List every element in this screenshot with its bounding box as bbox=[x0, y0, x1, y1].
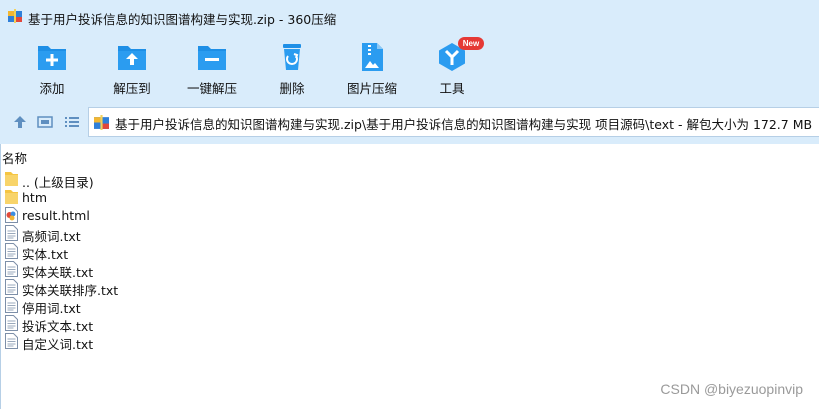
delete-button[interactable]: 删除 bbox=[253, 38, 331, 96]
image-compress-icon bbox=[362, 43, 383, 71]
column-header-name[interactable]: 名称 bbox=[2, 148, 27, 167]
list-item-file[interactable]: 投诉文本.txt bbox=[5, 314, 305, 334]
text-file-icon bbox=[5, 333, 18, 349]
file-list: .. (上级目录) htm result.html 高频词.txt 实体.txt… bbox=[5, 170, 305, 352]
window-title: 基于用户投诉信息的知识图谱构建与实现.zip - 360压缩 bbox=[28, 12, 337, 27]
add-icon bbox=[38, 46, 66, 70]
list-view-icon[interactable] bbox=[64, 114, 80, 130]
list-item-file[interactable]: 自定义词.txt bbox=[5, 332, 305, 352]
add-button[interactable]: 添加 bbox=[13, 38, 91, 96]
up-arrow-icon[interactable] bbox=[12, 114, 28, 130]
address-bar: 基于用户投诉信息的知识图谱构建与实现.zip\基于用户投诉信息的知识图谱构建与实… bbox=[0, 100, 819, 144]
one-click-extract-icon bbox=[198, 46, 226, 70]
list-item-file[interactable]: 实体关联排序.txt bbox=[5, 278, 305, 298]
text-file-icon bbox=[5, 315, 18, 331]
watermark: CSDN @biyezuopinvip bbox=[660, 381, 803, 397]
file-name: result.html bbox=[22, 208, 90, 223]
text-file-icon bbox=[5, 243, 18, 259]
thumbnail-view-icon[interactable] bbox=[37, 114, 53, 130]
image-compress-button[interactable]: 图片压缩 bbox=[333, 38, 411, 96]
text-file-icon bbox=[5, 261, 18, 277]
extract-to-icon bbox=[118, 46, 146, 70]
list-item-file[interactable]: 停用词.txt bbox=[5, 296, 305, 316]
one-click-extract-button[interactable]: 一键解压 bbox=[173, 38, 251, 96]
file-name: 自定义词.txt bbox=[22, 337, 94, 352]
text-file-icon bbox=[5, 225, 18, 241]
extract-to-label: 解压到 bbox=[113, 81, 151, 96]
list-item-file[interactable]: 高频词.txt bbox=[5, 224, 305, 244]
file-list-pane: 名称 .. (上级目录) htm result.html 高频词.txt 实体.… bbox=[0, 144, 819, 409]
one-click-extract-label: 一键解压 bbox=[186, 81, 237, 96]
archive-app-icon bbox=[8, 9, 22, 23]
title-bar: 基于用户投诉信息的知识图谱构建与实现.zip - 360压缩 bbox=[0, 0, 819, 32]
delete-label: 删除 bbox=[279, 81, 305, 96]
folder-icon bbox=[5, 190, 18, 204]
list-item-htm-folder[interactable]: htm bbox=[5, 188, 305, 206]
list-item-parent-directory[interactable]: .. (上级目录) bbox=[5, 170, 305, 190]
list-item-file[interactable]: result.html bbox=[5, 206, 305, 224]
list-item-file[interactable]: 实体.txt bbox=[5, 242, 305, 262]
text-file-icon bbox=[5, 297, 18, 313]
list-item-file[interactable]: 实体关联.txt bbox=[5, 260, 305, 280]
address-path-text: 基于用户投诉信息的知识图谱构建与实现.zip\基于用户投诉信息的知识图谱构建与实… bbox=[115, 117, 813, 132]
html-file-icon bbox=[5, 207, 18, 223]
tools-label: 工具 bbox=[439, 81, 465, 96]
extract-to-button[interactable]: 解压到 bbox=[93, 38, 171, 96]
add-label: 添加 bbox=[39, 81, 65, 96]
text-file-icon bbox=[5, 279, 18, 295]
image-compress-label: 图片压缩 bbox=[346, 81, 397, 96]
file-name: htm bbox=[22, 190, 47, 205]
archive-file-icon bbox=[94, 115, 109, 130]
folder-icon bbox=[5, 172, 18, 186]
address-path-field[interactable]: 基于用户投诉信息的知识图谱构建与实现.zip\基于用户投诉信息的知识图谱构建与实… bbox=[88, 107, 819, 137]
tools-button[interactable]: New 工具 bbox=[413, 37, 491, 96]
toolbar: 添加 解压到 一键解压 删除 图片压缩 New 工具 bbox=[0, 32, 819, 100]
delete-icon bbox=[283, 44, 301, 70]
new-badge: New bbox=[458, 37, 484, 50]
